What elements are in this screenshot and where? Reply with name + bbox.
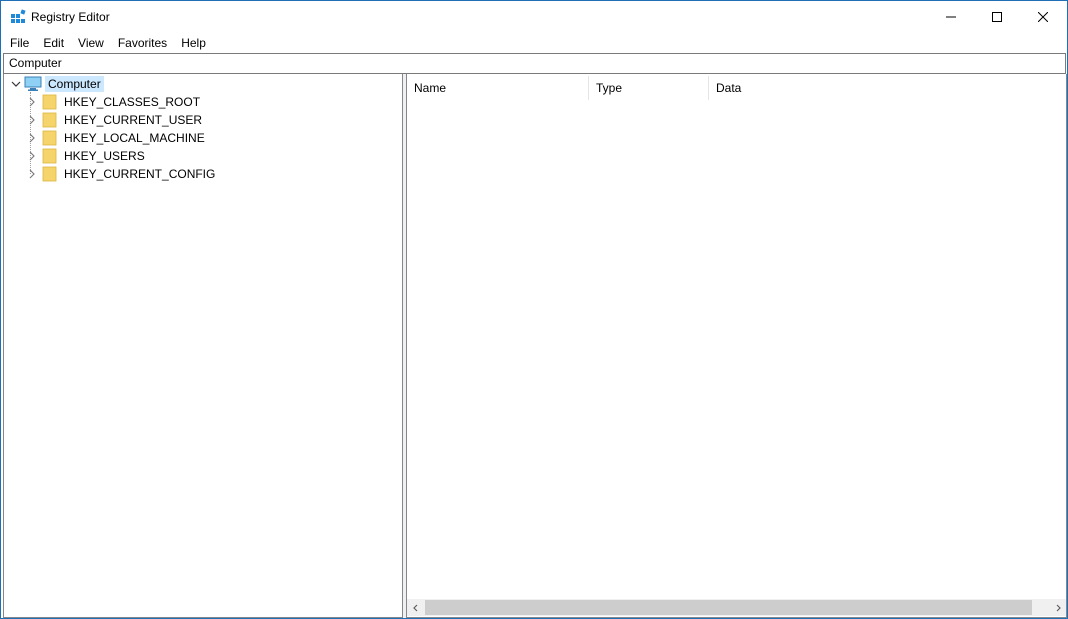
- folder-icon: [42, 94, 57, 110]
- chevron-right-icon[interactable]: [26, 132, 38, 144]
- tree-item-computer[interactable]: Computer: [10, 75, 104, 93]
- folder-icon: [42, 130, 57, 146]
- tree-item-hkey-current-user[interactable]: HKEY_CURRENT_USER: [26, 111, 202, 129]
- tree-item-label: HKEY_CURRENT_CONFIG: [64, 167, 216, 181]
- menu-help[interactable]: Help: [174, 33, 213, 53]
- column-header-type[interactable]: Type: [589, 76, 709, 100]
- scroll-right-button[interactable]: [1049, 599, 1066, 616]
- address-bar[interactable]: Computer: [3, 53, 1066, 74]
- column-header-data[interactable]: Data: [709, 76, 1066, 100]
- scrollbar-thumb[interactable]: [425, 600, 1032, 615]
- values-list-pane[interactable]: Name Type Data: [406, 74, 1067, 618]
- registry-editor-window: Registry Editor File Edit View Favorites…: [0, 0, 1068, 619]
- close-button[interactable]: [1020, 1, 1066, 33]
- chevron-down-icon[interactable]: [10, 78, 22, 90]
- tree-item-hkey-local-machine[interactable]: HKEY_LOCAL_MACHINE: [26, 129, 205, 147]
- maximize-icon: [992, 12, 1002, 22]
- tree-item-label: HKEY_LOCAL_MACHINE: [64, 131, 205, 145]
- tree-item-hkey-users[interactable]: HKEY_USERS: [26, 147, 145, 165]
- key-tree-pane[interactable]: Computer HKEY_CLASSES_ROOT HKEY_CURRENT_…: [3, 74, 403, 618]
- registry-app-icon: [11, 9, 26, 23]
- maximize-button[interactable]: [974, 1, 1020, 33]
- close-icon: [1038, 12, 1048, 22]
- menu-file[interactable]: File: [3, 33, 36, 53]
- folder-icon: [42, 148, 57, 164]
- column-header-name[interactable]: Name: [407, 76, 589, 100]
- menu-view[interactable]: View: [71, 33, 111, 53]
- menu-bar: File Edit View Favorites Help: [1, 33, 1067, 53]
- title-bar[interactable]: Registry Editor: [1, 1, 1067, 33]
- chevron-right-icon[interactable]: [26, 168, 38, 180]
- tree-item-label: HKEY_USERS: [64, 149, 145, 163]
- window-title: Registry Editor: [31, 10, 110, 24]
- chevron-right-icon[interactable]: [26, 114, 38, 126]
- scroll-left-icon: [412, 604, 417, 611]
- list-header: Name Type Data: [407, 76, 1066, 100]
- minimize-button[interactable]: [928, 1, 974, 33]
- folder-icon: [42, 112, 57, 128]
- chevron-right-icon[interactable]: [26, 150, 38, 162]
- tree-item-label: Computer: [45, 76, 104, 92]
- tree-item-label: HKEY_CLASSES_ROOT: [64, 95, 201, 109]
- minimize-icon: [946, 16, 956, 18]
- computer-icon: [24, 76, 42, 91]
- scroll-right-icon: [1056, 604, 1061, 611]
- horizontal-scrollbar[interactable]: [407, 599, 1066, 616]
- tree-item-label: HKEY_CURRENT_USER: [64, 113, 203, 127]
- scroll-left-button[interactable]: [407, 599, 424, 616]
- chevron-right-icon[interactable]: [26, 96, 38, 108]
- menu-edit[interactable]: Edit: [36, 33, 71, 53]
- tree-item-hkey-current-config[interactable]: HKEY_CURRENT_CONFIG: [26, 165, 215, 183]
- folder-icon: [42, 166, 57, 182]
- tree-item-hkey-classes-root[interactable]: HKEY_CLASSES_ROOT: [26, 93, 200, 111]
- menu-favorites[interactable]: Favorites: [111, 33, 174, 53]
